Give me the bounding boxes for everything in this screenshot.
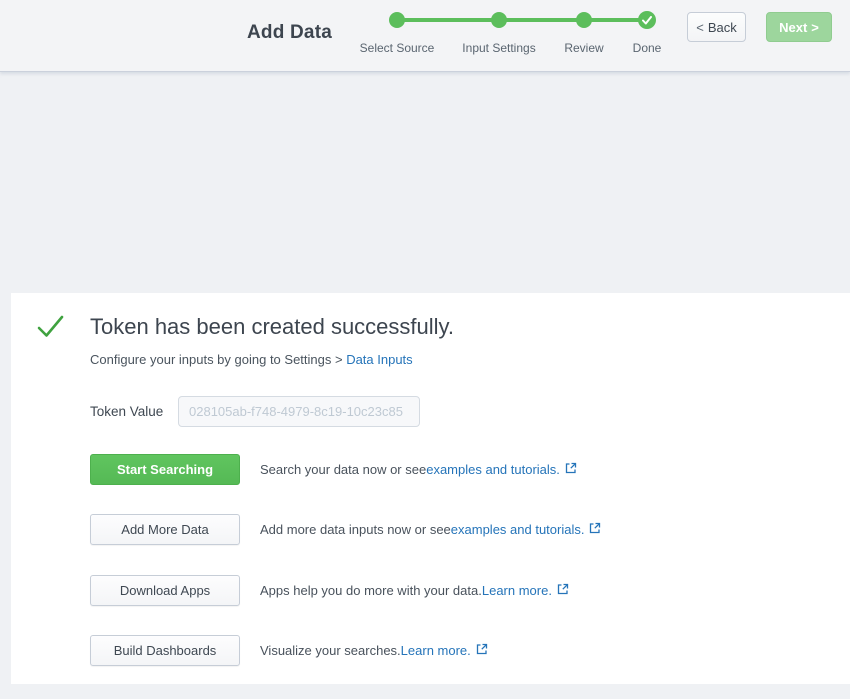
data-inputs-link[interactable]: Data Inputs [346, 352, 413, 367]
action-row-start-searching: Start Searching Search your data now or … [90, 454, 577, 485]
add-more-data-button[interactable]: Add More Data [90, 514, 240, 545]
step-dot-done-check-icon [638, 11, 656, 29]
external-link-icon [476, 643, 488, 658]
description-text: Visualize your searches. [260, 643, 401, 658]
success-panel: Token has been created successfully. Con… [11, 293, 850, 684]
next-button[interactable]: Next > [766, 12, 832, 42]
success-check-icon [37, 315, 65, 344]
description-text: Add more data inputs now or see [260, 522, 451, 537]
chevron-left-icon: < [696, 20, 704, 35]
learn-more-link[interactable]: Learn more. [401, 643, 471, 658]
action-row-add-more-data: Add More Data Add more data inputs now o… [90, 514, 601, 545]
step-dot-input-settings [491, 12, 507, 28]
step-label-review: Review [564, 41, 603, 55]
step-label-done: Done [633, 41, 662, 55]
back-button[interactable]: < Back [687, 12, 746, 42]
token-value-label: Token Value [90, 404, 178, 419]
external-link-icon [589, 522, 601, 537]
external-link-icon [557, 583, 569, 598]
action-description: Search your data now or see examples and… [260, 462, 577, 477]
back-button-label: Back [708, 20, 737, 35]
step-label-select-source: Select Source [360, 41, 435, 55]
examples-tutorials-link[interactable]: examples and tutorials. [426, 462, 560, 477]
subtitle-text: Configure your inputs by going to Settin… [90, 352, 346, 367]
token-row: Token Value [90, 396, 420, 427]
examples-tutorials-link[interactable]: examples and tutorials. [451, 522, 585, 537]
success-subtitle: Configure your inputs by going to Settin… [90, 352, 413, 367]
build-dashboards-button[interactable]: Build Dashboards [90, 635, 240, 666]
action-description: Apps help you do more with your data. Le… [260, 583, 569, 598]
action-row-build-dashboards: Build Dashboards Visualize your searches… [90, 635, 488, 666]
action-row-download-apps: Download Apps Apps help you do more with… [90, 575, 569, 606]
chevron-right-icon: > [811, 20, 819, 35]
page-title: Add Data [247, 22, 332, 44]
action-description: Visualize your searches. Learn more. [260, 643, 488, 658]
download-apps-button[interactable]: Download Apps [90, 575, 240, 606]
external-link-icon [565, 462, 577, 477]
next-button-label: Next [779, 20, 807, 35]
start-searching-button[interactable]: Start Searching [90, 454, 240, 485]
token-value-input[interactable] [178, 396, 420, 427]
step-dot-select-source [389, 12, 405, 28]
success-title: Token has been created successfully. [90, 314, 454, 340]
step-dot-review [576, 12, 592, 28]
action-description: Add more data inputs now or see examples… [260, 522, 601, 537]
step-label-input-settings: Input Settings [462, 41, 535, 55]
description-text: Search your data now or see [260, 462, 426, 477]
description-text: Apps help you do more with your data. [260, 583, 482, 598]
learn-more-link[interactable]: Learn more. [482, 583, 552, 598]
stepper-progress-line [397, 18, 647, 22]
wizard-header: Add Data Select Source Input Settings Re… [0, 0, 850, 72]
